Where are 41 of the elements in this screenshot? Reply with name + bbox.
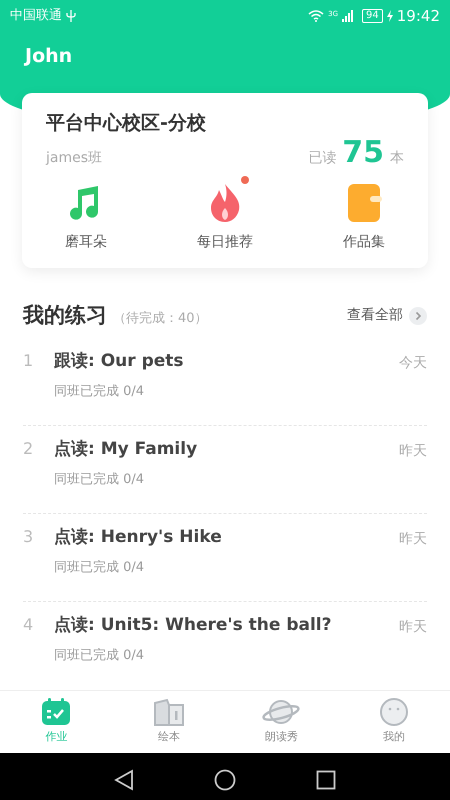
item-index: 3 bbox=[23, 526, 34, 548]
feature-button[interactable]: 磨耳朵 bbox=[36, 180, 136, 252]
feature-button[interactable]: 每日推荐 bbox=[175, 180, 275, 252]
item-date: 今天 bbox=[399, 354, 427, 372]
item-date: 昨天 bbox=[399, 618, 427, 636]
feature-button[interactable]: 作品集 bbox=[314, 180, 414, 252]
item-date: 昨天 bbox=[399, 530, 427, 548]
tab-item[interactable]: 我的 bbox=[354, 697, 434, 746]
item-title: 跟读: Our pets bbox=[54, 350, 185, 372]
read-count: 75 bbox=[342, 136, 384, 170]
item-title: 点读: Henry's Hike bbox=[54, 526, 223, 548]
carrier-name: 中国联通 bbox=[10, 7, 62, 26]
user-name: John bbox=[25, 45, 72, 67]
charging-icon bbox=[386, 10, 393, 22]
item-index: 2 bbox=[23, 438, 34, 460]
wifi-icon bbox=[308, 10, 324, 22]
calendar-check-icon bbox=[40, 697, 72, 728]
tab-item[interactable]: 绘本 bbox=[128, 697, 209, 746]
item-title: 点读: My Family bbox=[54, 438, 198, 460]
section-title: 我的练习 bbox=[23, 302, 107, 329]
item-date: 昨天 bbox=[399, 442, 427, 460]
class-name: james班 bbox=[46, 148, 102, 168]
signal-icon bbox=[342, 10, 354, 22]
item-title: 点读: Unit5: Where's the ball? bbox=[54, 614, 332, 636]
clock-time: 19:42 bbox=[396, 6, 440, 27]
tab-item[interactable]: 朗读秀 bbox=[241, 697, 322, 746]
item-index: 1 bbox=[23, 350, 34, 372]
smiley-icon bbox=[378, 697, 410, 728]
usb-icon bbox=[66, 9, 76, 23]
back-icon[interactable] bbox=[114, 768, 134, 790]
read-label: 已读 bbox=[308, 148, 336, 168]
view-all-link[interactable]: 查看全部 bbox=[347, 305, 427, 326]
book-icon bbox=[152, 697, 185, 728]
pending-count: （待完成：40） bbox=[113, 310, 208, 328]
recents-icon[interactable] bbox=[316, 770, 336, 790]
chevron-right-icon bbox=[409, 306, 427, 325]
school-name: 平台中心校区-分校 bbox=[46, 111, 207, 136]
read-unit: 本 bbox=[390, 148, 404, 168]
home-icon[interactable] bbox=[214, 768, 236, 790]
battery-level: 94 bbox=[362, 9, 383, 23]
item-index: 4 bbox=[23, 614, 34, 636]
